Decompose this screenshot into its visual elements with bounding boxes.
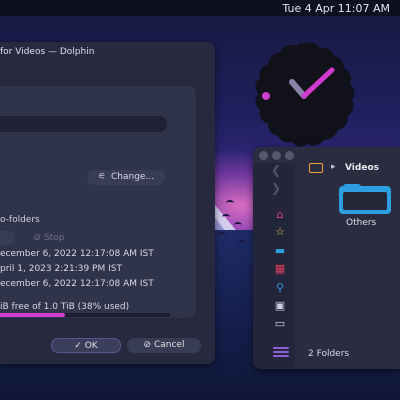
- cancel-icon: ⊘: [143, 340, 152, 350]
- stop-button-label: Stop: [43, 233, 65, 243]
- sliders-icon: ⚟: [97, 172, 107, 182]
- apps-icon[interactable]: ▦: [272, 262, 288, 276]
- free-space-text: iB free of 1.0 TiB (38% used): [0, 302, 130, 312]
- clock-dot: [262, 92, 270, 100]
- menu-icon[interactable]: [273, 347, 289, 359]
- created-date: ecember 6, 2022 12:17:08 AM IST: [0, 249, 154, 259]
- video-folder-icon: [309, 163, 323, 173]
- home-icon[interactable]: ⌂: [272, 208, 288, 222]
- dialog-title: for Videos — Dolphin: [0, 47, 95, 57]
- back-icon[interactable]: ❮: [271, 163, 281, 177]
- window-controls: [259, 151, 298, 162]
- ok-button[interactable]: ✓ OK: [51, 338, 121, 353]
- top-panel: Tue 4 Apr 11:07 AM: [0, 0, 400, 16]
- modified-date: pril 1, 2023 2:21:39 PM IST: [0, 264, 122, 274]
- stop-icon: ⊘: [33, 233, 42, 243]
- window-maximize-button[interactable]: [285, 151, 294, 160]
- breadcrumb-videos[interactable]: Videos: [345, 163, 379, 173]
- bird-shape: [234, 222, 242, 228]
- bird-shape: [218, 232, 226, 238]
- window-icon[interactable]: ▣: [272, 299, 288, 313]
- window-minimize-button[interactable]: [272, 151, 281, 160]
- disk-usage-bar: [0, 313, 170, 317]
- clock-widget[interactable]: [248, 40, 360, 152]
- check-icon: ✓: [74, 341, 82, 351]
- bird-shape: [226, 200, 234, 206]
- forward-icon[interactable]: ❯: [271, 181, 281, 195]
- accessed-date: ecember 6, 2022 12:17:08 AM IST: [0, 279, 154, 289]
- cancel-button[interactable]: ⊘ Cancel: [127, 338, 201, 353]
- change-button-label: Change...: [111, 172, 155, 182]
- folder-item-others[interactable]: [339, 184, 391, 214]
- calculate-button[interactable]: [0, 231, 15, 245]
- terminal-icon[interactable]: ▭: [272, 317, 288, 331]
- bird-shape: [238, 240, 246, 246]
- change-button[interactable]: ⚟ Change...: [87, 170, 165, 185]
- path-field[interactable]: [0, 116, 167, 132]
- folder-item-label: Others: [346, 218, 377, 228]
- file-manager-window: ❮ ❯ ▸ Videos ⌂ ☆ ▬ ▦ ⚲ ▣ ▭ Others 2 Fold…: [253, 147, 400, 369]
- folder-icon[interactable]: ▬: [272, 244, 288, 258]
- window-close-button[interactable]: [259, 151, 268, 160]
- stop-button[interactable]: ⊘ Stop: [21, 231, 77, 245]
- breadcrumb-separator-icon: ▸: [331, 162, 336, 172]
- bird-shape: [222, 214, 230, 220]
- disk-usage-fill: [0, 313, 65, 317]
- subfolders-label: o-folders: [0, 215, 40, 225]
- cancel-button-label: Cancel: [153, 340, 185, 350]
- search-icon[interactable]: ⚲: [272, 281, 288, 295]
- status-folder-count: 2 Folders: [308, 349, 350, 359]
- panel-clock[interactable]: Tue 4 Apr 11:07 AM: [282, 2, 390, 15]
- folder-properties-dialog: for Videos — Dolphin ⚟ Change... o-folder…: [0, 42, 215, 364]
- star-icon[interactable]: ☆: [272, 225, 288, 239]
- ok-button-label: OK: [84, 341, 98, 351]
